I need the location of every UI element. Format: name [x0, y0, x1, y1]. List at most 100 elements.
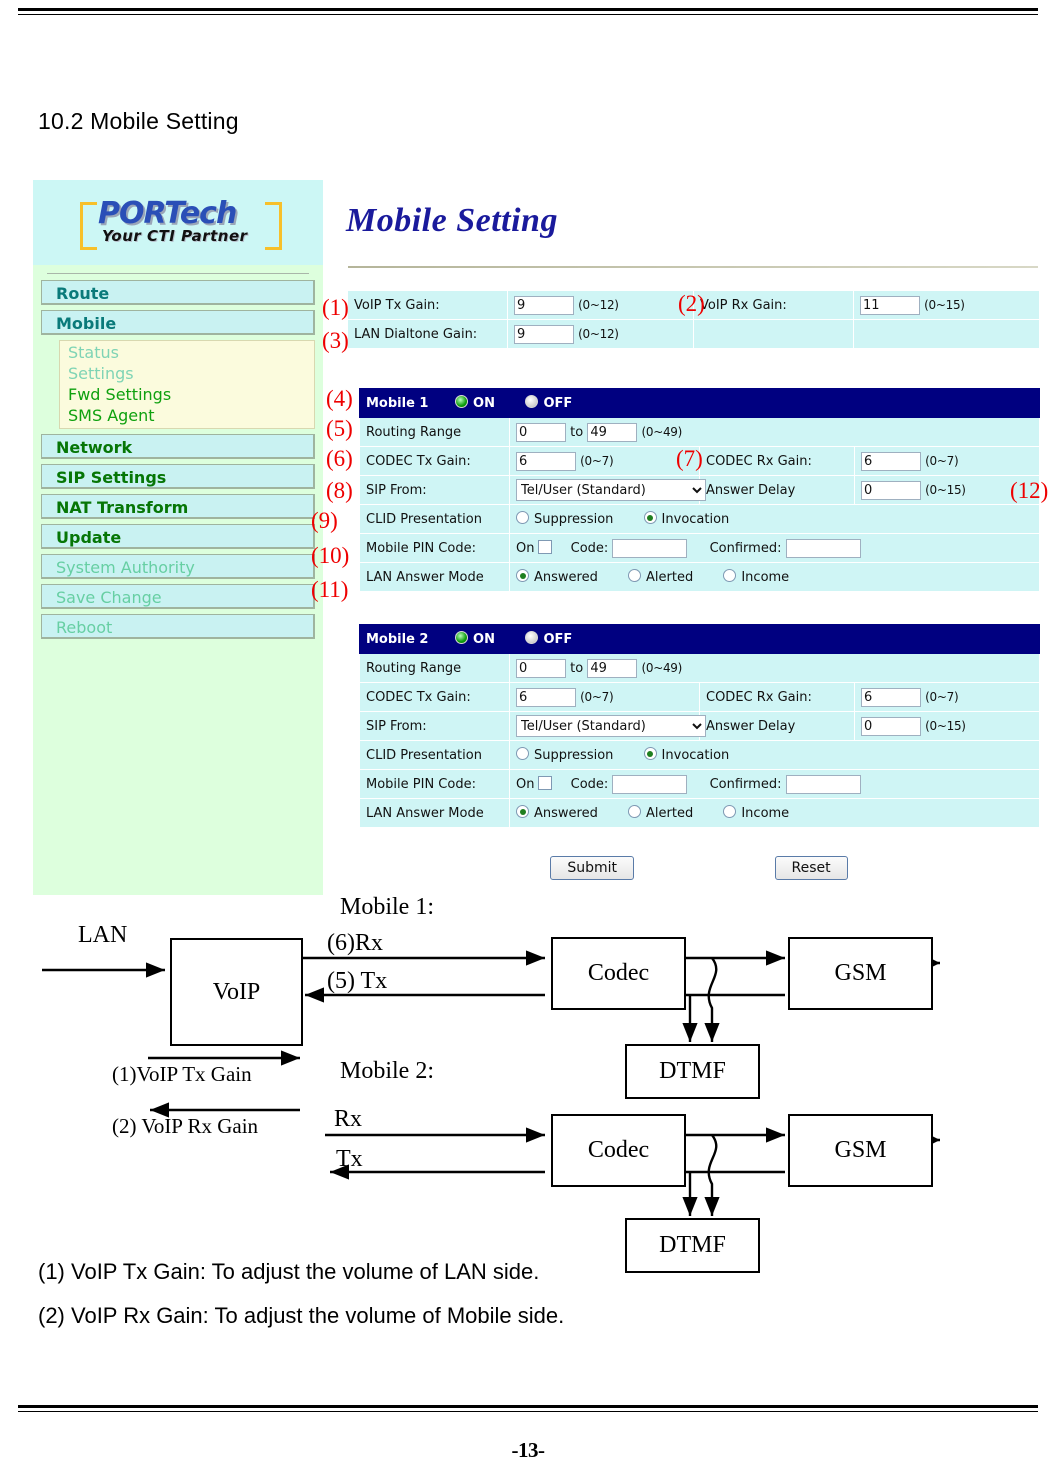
sidebar-item-status[interactable]: Status [60, 342, 314, 363]
mobile-1-title: Mobile 1 [366, 396, 429, 411]
mobile-2-header-cell: Mobile 2 ON OFF [358, 624, 1041, 654]
m1-sip-from-label: SIP From: [359, 475, 510, 505]
m1-pin-code-label: Mobile PIN Code: [359, 533, 510, 563]
m2-routing-range-to-input[interactable] [587, 658, 638, 678]
voip-tx-gain-input[interactable] [514, 295, 574, 315]
m2-sip-from-label: SIP From: [359, 711, 510, 741]
m2-lan-income[interactable]: Income [723, 805, 789, 821]
reset-button[interactable]: Reset [774, 856, 848, 880]
submit-button[interactable]: Submit [550, 856, 635, 880]
diagram-m2-codec-label: Codec [587, 1137, 650, 1163]
m1-codec-rx-gain-input[interactable] [861, 451, 921, 471]
sidebar-item-settings[interactable]: Settings [60, 363, 314, 384]
mobile-2-power-on[interactable]: ON [455, 631, 495, 647]
m1-lan-answered-label: Answered [534, 570, 598, 585]
diagram-m2-gsm-box: GSM [788, 1114, 933, 1187]
m2-lan-answered[interactable]: Answered [516, 805, 598, 821]
form-buttons: Submit Reset [359, 856, 1039, 880]
m1-codec-tx-gain-range: (0~7) [580, 453, 614, 468]
m1-routing-range-from-input[interactable] [516, 422, 566, 442]
m1-pin-code-cell: On Code: Confirmed: [508, 533, 1041, 563]
m1-pin-code-input[interactable] [612, 538, 688, 558]
sidebar-item-network[interactable]: Network [41, 434, 315, 459]
m2-clid-suppression[interactable]: Suppression [516, 747, 613, 763]
voip-rx-gain-input[interactable] [860, 295, 920, 315]
m1-codec-tx-gain-input[interactable] [516, 451, 576, 471]
sidebar-item-system-authority[interactable]: System Authority [41, 554, 315, 579]
mobile-1-power-on[interactable]: ON [455, 395, 495, 411]
m2-sip-from-select[interactable]: Tel/User (Standard) [516, 715, 706, 737]
sidebar-item-mobile[interactable]: Mobile [41, 310, 315, 335]
diagram-mobile-2-label: Mobile 2: [340, 1058, 434, 1084]
sidebar-item-route[interactable]: Route [41, 280, 315, 305]
m1-clid-cell: Suppression Invocation [508, 504, 1041, 534]
table-row: Mobile PIN Code: On Code: Confirmed: [359, 769, 1041, 799]
m2-clid-invocation[interactable]: Invocation [643, 747, 729, 763]
m1-lan-income[interactable]: Income [723, 569, 789, 585]
lan-dialtone-gain-input[interactable] [514, 324, 574, 344]
radio-on-icon [455, 395, 469, 408]
sidebar-item-update[interactable]: Update [41, 524, 315, 549]
callout-9: (9) [311, 508, 338, 533]
m2-lan-answered-label: Answered [534, 806, 598, 821]
sidebar-item-save-change[interactable]: Save Change [41, 584, 315, 609]
m1-pin-confirmed-input[interactable] [785, 538, 861, 558]
lan-dialtone-gain-label: LAN Dialtone Gain: [347, 319, 508, 349]
page-number: -13- [511, 1438, 546, 1462]
radio-icon [628, 805, 641, 818]
empty-cell [853, 319, 1040, 349]
sidebar-item-sip-settings[interactable]: SIP Settings [41, 464, 315, 489]
m1-clid-invocation[interactable]: Invocation [643, 511, 729, 527]
m1-lan-answered[interactable]: Answered [516, 569, 598, 585]
m2-answer-delay-label: Answer Delay [699, 711, 855, 741]
radio-selected-icon [643, 747, 657, 760]
sidebar-item-fwd-settings[interactable]: Fwd Settings [60, 384, 314, 405]
m2-codec-tx-gain-input[interactable] [516, 687, 576, 707]
m2-routing-range-to-label: to [570, 660, 584, 676]
logo-bracket-left-icon [80, 201, 97, 250]
diagram-mobile-1-label: Mobile 1: [340, 894, 434, 920]
m1-answer-delay-input[interactable] [861, 480, 921, 500]
m2-clid-suppression-label: Suppression [534, 748, 614, 763]
mobile-1-header-cell: Mobile 1 ON OFF [358, 388, 1041, 418]
sidebar-item-sms-agent[interactable]: SMS Agent [60, 405, 314, 426]
m1-clid-suppression-label: Suppression [534, 512, 614, 527]
mobile-2-power-off-label: OFF [543, 632, 573, 647]
radio-icon [516, 511, 529, 524]
radio-off-icon [525, 395, 539, 408]
m2-codec-tx-gain-range: (0~7) [580, 689, 614, 704]
radio-icon [516, 747, 529, 760]
m1-lan-alerted[interactable]: Alerted [628, 569, 693, 585]
title-divider [348, 266, 1038, 268]
m1-answer-delay-range: (0~15) [925, 482, 966, 497]
m2-routing-range-from-input[interactable] [516, 658, 566, 678]
sidebar-item-nat-transform[interactable]: NAT Transform [41, 494, 315, 519]
diagram-m2-gsm-label: GSM [834, 1137, 887, 1163]
m2-answer-delay-input[interactable] [861, 716, 921, 736]
m2-lan-answer-mode-label: LAN Answer Mode [359, 798, 510, 828]
diagram-m2-dtmf-label: DTMF [659, 1232, 726, 1258]
sidebar-item-reboot[interactable]: Reboot [41, 614, 315, 639]
mobile-2-power-off[interactable]: OFF [525, 631, 572, 647]
m1-routing-range-to-input[interactable] [587, 422, 638, 442]
m2-routing-range-cell: to (0~49) [508, 653, 1041, 683]
sidebar-nav: Route Mobile Status Settings Fwd Setting… [33, 273, 323, 644]
m1-clid-suppression[interactable]: Suppression [516, 511, 613, 527]
m2-answer-delay-cell: (0~15) [853, 711, 1041, 741]
m1-pin-on-checkbox[interactable] [538, 539, 553, 554]
m2-pin-on-checkbox[interactable] [538, 775, 553, 790]
m1-sip-from-cell: Tel/User (Standard) [509, 475, 706, 505]
table-row: CLID Presentation Suppression Invocation [359, 504, 1041, 534]
mobile-1-power-off[interactable]: OFF [525, 395, 572, 411]
page-title: Mobile Setting [346, 202, 558, 239]
m2-codec-tx-gain-cell: (0~7) [509, 682, 700, 712]
m2-pin-confirmed-input[interactable] [785, 774, 861, 794]
mobile-1-power-off-label: OFF [543, 396, 573, 411]
diagram-tx-gain-label: (1)VoIP Tx Gain [112, 1062, 252, 1086]
m1-sip-from-select[interactable]: Tel/User (Standard) [516, 479, 706, 501]
m2-pin-code-input[interactable] [612, 774, 688, 794]
m2-lan-alerted[interactable]: Alerted [628, 805, 693, 821]
diagram-voip-label: VoIP [212, 978, 261, 1005]
web-ui-screenshot: PORTech Your CTI Partner Route Mobile St… [33, 180, 1047, 895]
m2-codec-rx-gain-input[interactable] [861, 687, 921, 707]
